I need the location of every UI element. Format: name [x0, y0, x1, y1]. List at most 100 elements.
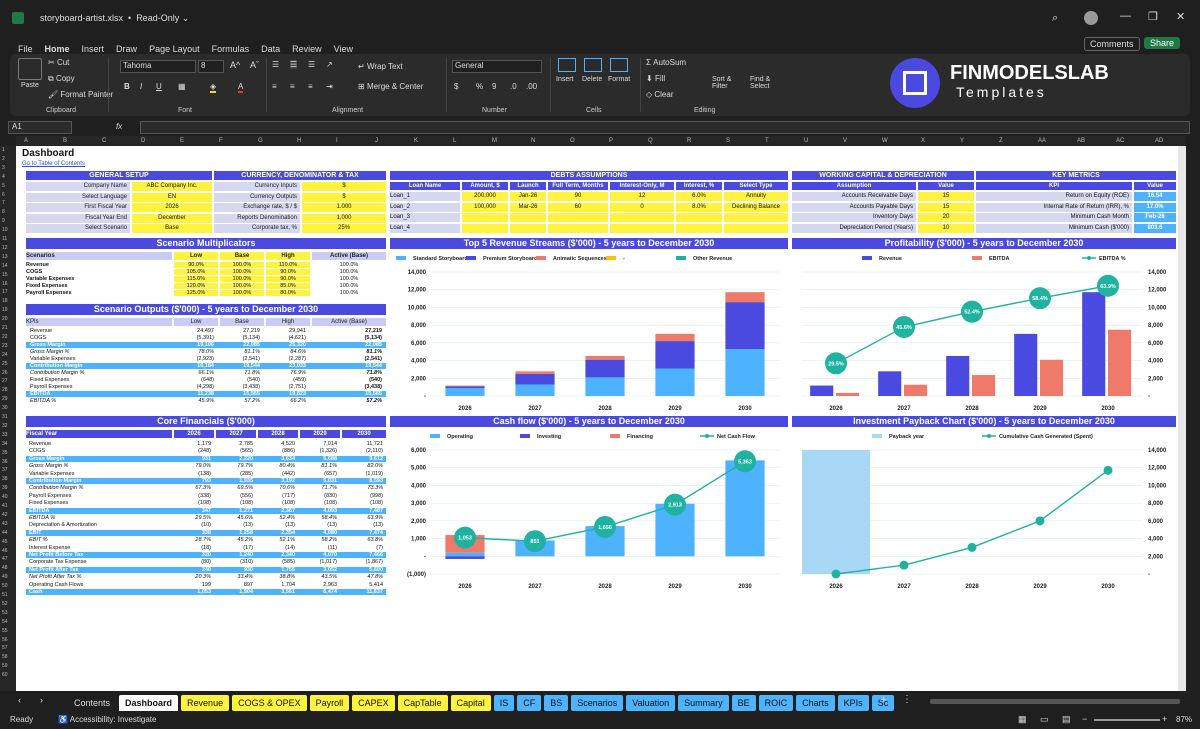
menu-view[interactable]: View [334, 44, 353, 54]
row-header[interactable]: 35 [2, 450, 8, 456]
row-header[interactable]: 10 [2, 228, 8, 233]
row-header[interactable]: 51 [2, 593, 8, 598]
row-header[interactable]: 46 [2, 548, 8, 554]
menu-file[interactable]: File [18, 44, 33, 54]
wc-value[interactable]: 15 [918, 202, 974, 212]
share-button[interactable]: Share [1144, 37, 1181, 49]
align-left-icon[interactable]: ≡ [272, 82, 277, 91]
currency-value[interactable]: 1,000 [302, 213, 386, 223]
worksheet[interactable]: Dashboard Go to Table of Contents GENERA… [16, 146, 1186, 691]
row-header[interactable]: 36 [2, 459, 8, 465]
tab-payroll[interactable]: Payroll [309, 695, 350, 711]
bold-button[interactable]: B [124, 82, 130, 91]
general-value[interactable]: Base [132, 224, 212, 233]
add-sheet-icon[interactable]: + [880, 694, 886, 706]
debts-cell[interactable]: 100,000 [462, 202, 508, 212]
zoom-slider[interactable] [1094, 719, 1160, 721]
align-bottom-icon[interactable]: ☰ [308, 60, 315, 69]
percent-icon[interactable]: % [476, 82, 483, 91]
debts-cell[interactable]: 60 [548, 202, 608, 212]
debts-cell[interactable]: 200,000 [462, 192, 508, 201]
multiplier-value[interactable]: 90.0% [174, 262, 218, 269]
multiplier-value[interactable]: 125.0% [174, 290, 218, 297]
row-header[interactable]: 15 [2, 272, 8, 278]
debts-cell[interactable]: 12 [610, 192, 674, 201]
column-header[interactable]: C [102, 138, 106, 144]
general-value[interactable]: December [132, 213, 212, 223]
column-header[interactable]: S [726, 138, 730, 144]
tab-valuation[interactable]: Valuation [626, 695, 676, 711]
column-header[interactable]: N [531, 138, 535, 144]
clear-button[interactable]: ◇ Clear [646, 90, 674, 99]
decrease-font-icon[interactable]: Aˇ [250, 60, 259, 70]
row-header[interactable]: 57 [2, 646, 8, 651]
row-header[interactable]: 14 [2, 263, 8, 269]
column-header[interactable]: O [570, 138, 575, 144]
column-header[interactable]: T [765, 138, 769, 144]
multiplier-value[interactable]: 90.0% [266, 269, 310, 276]
zoom-out-icon[interactable]: − [1082, 714, 1087, 724]
autosum-button[interactable]: Σ AutoSum [646, 58, 686, 67]
column-header[interactable]: AC [1116, 138, 1124, 144]
currency-value[interactable]: 1.000 [302, 203, 386, 212]
row-header[interactable]: 19 [2, 308, 8, 313]
debts-cell[interactable]: 90 [548, 192, 608, 201]
debts-cell[interactable] [610, 213, 674, 222]
row-header[interactable]: 33 [2, 432, 8, 438]
zoom-in-icon[interactable]: + [1162, 714, 1167, 724]
format-button[interactable]: Format [608, 76, 630, 83]
name-box[interactable]: A1 [8, 121, 72, 134]
row-header[interactable]: 32 [2, 423, 8, 429]
general-value[interactable]: ABC Company Inc. [132, 182, 212, 191]
row-header[interactable]: 28 [2, 388, 8, 393]
align-middle-icon[interactable]: ☰ [290, 60, 298, 69]
row-header[interactable]: 21 [2, 326, 8, 331]
debts-cell[interactable] [462, 213, 508, 222]
multiplier-value[interactable]: 80.0% [266, 290, 310, 297]
row-header[interactable]: 44 [2, 530, 8, 536]
tab-captable[interactable]: CapTable [397, 695, 448, 711]
row-header[interactable]: 9 [2, 219, 5, 224]
column-header[interactable]: P [609, 138, 613, 144]
row-header[interactable]: 39 [2, 486, 8, 491]
font-color-icon[interactable]: A [238, 82, 244, 93]
multiplier-value[interactable]: 85.0% [266, 283, 310, 290]
paste-icon[interactable] [18, 58, 42, 80]
column-header[interactable]: AB [1077, 138, 1085, 144]
general-value[interactable]: 2026 [132, 203, 212, 212]
tab-bs[interactable]: BS [544, 695, 569, 711]
tab-be[interactable]: BE [731, 695, 756, 711]
column-header[interactable]: J [375, 138, 378, 144]
debts-cell[interactable] [676, 223, 722, 233]
row-header[interactable]: 38 [2, 477, 8, 482]
row-header[interactable]: 7 [2, 201, 5, 206]
tab-contents[interactable]: Contents [68, 695, 117, 711]
row-header[interactable]: 8 [2, 210, 5, 215]
underline-button[interactable]: U [156, 82, 162, 91]
increase-font-icon[interactable]: A^ [230, 60, 240, 70]
column-header[interactable]: H [297, 138, 301, 144]
tab-is[interactable]: IS [493, 695, 515, 711]
currency-value[interactable]: $ [302, 192, 386, 202]
column-header[interactable]: B [63, 138, 67, 144]
row-header[interactable]: 52 [2, 601, 8, 607]
row-header[interactable]: 45 [2, 539, 8, 545]
row-header[interactable]: 37 [2, 468, 8, 473]
debts-cell[interactable]: 6.0% [676, 192, 722, 201]
row-header[interactable]: 47 [2, 557, 8, 562]
row-header[interactable]: 59 [2, 664, 8, 669]
border-icon[interactable]: ▦ [178, 82, 186, 91]
row-header[interactable]: 58 [2, 655, 8, 660]
zoom-level[interactable]: 87% [1176, 715, 1192, 724]
row-header[interactable]: 43 [2, 521, 8, 527]
multiplier-value[interactable]: 100.0% [220, 269, 264, 276]
menu-data[interactable]: Data [261, 44, 280, 54]
column-header[interactable]: F [219, 138, 223, 144]
insert-cells-icon[interactable] [558, 58, 576, 72]
debts-cell[interactable] [548, 223, 608, 233]
row-header[interactable]: 16 [2, 281, 8, 287]
delete-button[interactable]: Delete [582, 76, 602, 83]
row-header[interactable]: 13 [2, 254, 8, 260]
toc-link[interactable]: Go to Table of Contents [22, 161, 85, 167]
row-header[interactable]: 54 [2, 619, 8, 625]
